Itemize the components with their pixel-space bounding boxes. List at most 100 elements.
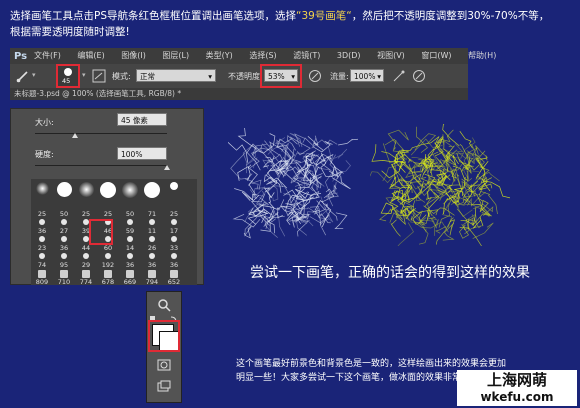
chevron-down-icon[interactable]: ▾: [32, 71, 36, 79]
airbrush-icon[interactable]: [392, 69, 406, 83]
chevron-down-icon[interactable]: ▾: [82, 71, 86, 79]
flow-value: 100%: [354, 72, 376, 81]
menu-bar: Ps 文件(F) 编辑(E) 图像(I) 图层(L) 类型(Y) 选择(S) 滤…: [10, 48, 496, 64]
hard-round-brush-icon: [100, 182, 116, 198]
brush-tip-icon: [39, 236, 45, 242]
flow-field[interactable]: 100% ▾: [350, 69, 384, 82]
brush-size-label: 71: [147, 210, 157, 218]
menu-edit[interactable]: 编辑(E): [77, 51, 104, 60]
brush-size-label: 25: [37, 210, 47, 218]
screen-mode-icon[interactable]: [157, 380, 171, 394]
brush-preset-cell[interactable]: 25: [99, 201, 117, 218]
brush-preset-cell[interactable]: 794: [143, 269, 161, 286]
brush-stroke-fiber: [379, 208, 392, 222]
brush-tip-icon: [149, 236, 155, 242]
brush-size-label: 95: [59, 261, 69, 269]
pressure-opacity-icon[interactable]: [308, 69, 322, 83]
brush-preset-cell[interactable]: 36: [33, 218, 51, 235]
menu-select[interactable]: 选择(S): [249, 51, 276, 60]
brush-size-label: 59: [125, 227, 135, 235]
hardness-slider-thumb[interactable]: [164, 165, 170, 170]
brush-preset-cell[interactable]: 652: [165, 269, 183, 286]
menu-image[interactable]: 图像(I): [121, 51, 146, 60]
menu-3d[interactable]: 3D(D): [337, 51, 361, 60]
brush-preset-cell[interactable]: 36: [143, 252, 161, 269]
brush-preset-cell[interactable]: [55, 181, 73, 201]
menu-view[interactable]: 视图(V): [377, 51, 405, 60]
white-brush-stroke-sample: [228, 127, 358, 239]
size-field[interactable]: 45 像素: [117, 113, 167, 126]
brush-preset-cell[interactable]: 59: [121, 218, 139, 235]
brush-preset-cell[interactable]: 36: [165, 252, 183, 269]
brush-preset-cell[interactable]: 192: [99, 252, 117, 269]
hardness-field[interactable]: 100%: [117, 147, 167, 160]
brush-preset-cell[interactable]: 710: [55, 269, 73, 286]
brush-preset-cell[interactable]: [33, 181, 51, 201]
brush-preset-cell[interactable]: 33: [165, 235, 183, 252]
brush-preset-cell[interactable]: 26: [143, 235, 161, 252]
brush-size-label: 50: [125, 210, 135, 218]
brush-preset-cell[interactable]: 95: [55, 252, 73, 269]
mode-select[interactable]: 正常 ▾: [136, 69, 216, 82]
brush-size-label: 809: [35, 278, 49, 286]
brush-preset-cell[interactable]: 14: [121, 235, 139, 252]
document-tab[interactable]: 未标题-3.psd @ 100% (选择画笔工具, RGB/8) *: [10, 88, 468, 100]
brush-preset-grid: 25 50 25 25 50 71 25 36 27 39 46 59 11 17 23 36 44 60 14 26…: [31, 179, 197, 286]
hard-round-brush-icon: [144, 182, 160, 198]
menu-window[interactable]: 窗口(W): [421, 51, 451, 60]
menu-filter[interactable]: 滤镜(T): [293, 51, 320, 60]
size-slider-track[interactable]: [35, 133, 167, 134]
quick-mask-icon[interactable]: [157, 358, 171, 372]
brush-preset-cell[interactable]: 25: [77, 201, 95, 218]
brush-tip-icon: [148, 270, 156, 278]
brush-preset-cell[interactable]: 17: [165, 218, 183, 235]
hardness-slider-track[interactable]: [35, 165, 167, 166]
brush-preset-cell[interactable]: 50: [55, 201, 73, 218]
menu-help[interactable]: 帮助(H): [468, 51, 496, 60]
brush-preset-cell[interactable]: 809: [33, 269, 51, 286]
brush-size-label: 192: [101, 261, 115, 269]
menu-layer[interactable]: 图层(L): [162, 51, 189, 60]
brush-preset-cell[interactable]: 36: [55, 235, 73, 252]
brush-preset-cell[interactable]: 23: [33, 235, 51, 252]
document-tab-title: 未标题-3.psd @ 100% (选择画笔工具, RGB/8) *: [14, 89, 182, 98]
brush-panel-toggle-icon[interactable]: [92, 69, 106, 83]
brush-preset-cell[interactable]: 74: [33, 252, 51, 269]
brush-preset-cell[interactable]: 774: [77, 269, 95, 286]
brush-size-label: 36: [59, 244, 69, 252]
brush-size-label: 33: [169, 244, 179, 252]
brush-preset-cell[interactable]: 50: [121, 201, 139, 218]
soft-round-brush-icon: [35, 182, 49, 195]
brush-preset-cell[interactable]: [77, 181, 95, 201]
size-slider-thumb[interactable]: [71, 133, 78, 138]
brush-tip-icon: [61, 219, 67, 225]
brush-preset-cell[interactable]: 71: [143, 201, 161, 218]
menu-file[interactable]: 文件(F): [34, 51, 61, 60]
brush-tip-icon: [170, 270, 178, 278]
brush-preset-cell[interactable]: 678: [99, 269, 117, 286]
brush-preset-cell[interactable]: [143, 181, 161, 201]
menu-type[interactable]: 类型(Y): [206, 51, 233, 60]
brush-size-label: 26: [147, 244, 157, 252]
brush-preset-cell[interactable]: 27: [55, 218, 73, 235]
zoom-icon[interactable]: [157, 298, 171, 312]
brush-stroke-fiber: [483, 180, 510, 199]
brush-tip-icon: [104, 270, 112, 278]
hard-round-brush-icon: [170, 182, 178, 190]
brush-preset-cell[interactable]: 36: [121, 252, 139, 269]
pressure-size-icon[interactable]: [412, 69, 426, 83]
brush-preset-cell[interactable]: [99, 181, 117, 201]
brush-preset-cell[interactable]: 25: [33, 201, 51, 218]
brush-preset-cell[interactable]: [121, 181, 139, 201]
brush-preset-cell[interactable]: 669: [121, 269, 139, 286]
chevron-down-icon: ▾: [377, 72, 381, 81]
brush-preset-cell[interactable]: 25: [165, 201, 183, 218]
brush-tool-icon[interactable]: [16, 69, 30, 83]
brush-stroke-fiber: [411, 136, 440, 149]
brush-preset-cell[interactable]: 11: [143, 218, 161, 235]
brush-stroke-fiber: [332, 160, 351, 182]
brush-preset-cell[interactable]: 29: [77, 252, 95, 269]
brush-size-label: 36: [147, 261, 157, 269]
brush-preset-cell[interactable]: [165, 181, 183, 201]
brush-size-label: 36: [37, 227, 47, 235]
